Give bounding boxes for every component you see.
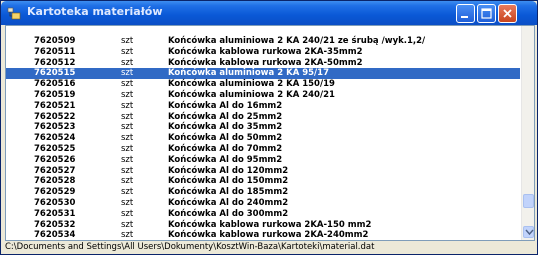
chevron-down-icon xyxy=(525,229,534,236)
cell-name: Końcówka Al do 50mm2 xyxy=(168,133,283,144)
cell-code: 7620528 xyxy=(34,176,76,187)
table-row[interactable]: 7620509 szt Końcówka aluminiowa 2 KA 240/2… xyxy=(6,36,520,47)
cell-code: 7620522 xyxy=(34,111,76,122)
table-row[interactable]: 7620511 szt Końcówka kablowa rurkowa 2KA-3… xyxy=(6,47,520,58)
table-row[interactable]: 7620531 szt Końcówka Al do 300mm2 xyxy=(6,209,520,220)
table-row[interactable]: 7620530 szt Końcówka Al do 240mm2 xyxy=(6,198,520,209)
cell-unit: szt xyxy=(121,100,134,111)
cell-code: 7620516 xyxy=(34,79,76,90)
cell-unit: szt xyxy=(121,133,134,144)
cell-unit: szt xyxy=(121,57,134,68)
cell-name: Końcówka aluminiowa 2 KA 95/17 xyxy=(168,68,329,79)
table-row[interactable]: 7620522 szt Końcówka Al do 25mm2 xyxy=(6,112,520,123)
title-bar[interactable]: Kartoteka materiałów xyxy=(1,1,537,25)
cell-code: 7620509 xyxy=(34,36,76,46)
table-row[interactable]: 7620512 szt Końcówka kablowa rurkowa 2KA-5… xyxy=(6,58,520,69)
cell-unit: szt xyxy=(121,197,134,208)
cell-code: 7620530 xyxy=(34,197,76,208)
cell-name: Końcówka aluminiowa 2 KA 240/21 xyxy=(168,89,335,100)
cell-unit: szt xyxy=(121,187,134,198)
close-icon xyxy=(503,9,512,18)
cell-unit: szt xyxy=(121,143,134,154)
maximize-button[interactable] xyxy=(477,4,496,23)
vertical-scrollbar[interactable] xyxy=(521,26,534,240)
cell-name: Końcówka kablowa rurkowa 2KA-35mm2 xyxy=(168,46,363,57)
cell-name: Końcówka kablowa rurkowa 2KA-50mm2 xyxy=(168,57,363,68)
table-row[interactable]: 7620526 szt Końcówka Al do 95mm2 xyxy=(6,155,520,166)
cell-name: Końcówka Al do 35mm2 xyxy=(168,122,283,133)
cell-code: 7620529 xyxy=(34,187,76,198)
table-row[interactable]: 7620529 szt Końcówka Al do 185mm2 xyxy=(6,187,520,198)
cell-code: 7620525 xyxy=(34,143,76,154)
table-row[interactable]: 7620523 szt Końcówka Al do 35mm2 xyxy=(6,122,520,133)
cell-name: Końcówka Al do 95mm2 xyxy=(168,154,283,165)
cell-name: Końcówka Al do 25mm2 xyxy=(168,111,283,122)
cell-unit: szt xyxy=(121,154,134,165)
folder-tree-icon xyxy=(6,5,22,21)
cell-unit: szt xyxy=(121,46,134,57)
table-row[interactable]: 7620516 szt Końcówka aluminiowa 2 KA 150/1… xyxy=(6,79,520,90)
cell-unit: szt xyxy=(121,89,134,100)
cell-code: 7620523 xyxy=(34,122,76,133)
cell-code: 7620519 xyxy=(34,89,76,100)
cell-name: Końcówka aluminiowa 2 KA 240/21 ze śrubą… xyxy=(168,36,426,46)
scroll-down-button[interactable] xyxy=(523,226,534,238)
scrollbar-thumb[interactable] xyxy=(523,194,534,208)
cell-unit: szt xyxy=(121,219,134,230)
cell-code: 7620512 xyxy=(34,57,76,68)
table-row[interactable]: 7620515 szt Końcówka aluminiowa 2 KA 95/17 xyxy=(6,68,520,80)
cell-unit: szt xyxy=(121,68,134,79)
cell-unit: szt xyxy=(121,165,134,176)
table-row[interactable]: 7620525 szt Końcówka Al do 70mm2 xyxy=(6,144,520,155)
cell-name: Końcówka Al do 240mm2 xyxy=(168,197,289,208)
cell-name: Końcówka Al do 120mm2 xyxy=(168,165,289,176)
window-title: Kartoteka materiałów xyxy=(27,5,163,18)
table-row[interactable]: 7620521 szt Końcówka Al do 16mm2 xyxy=(6,101,520,112)
table-row[interactable]: 7620519 szt Końcówka aluminiowa 2 KA 240/2… xyxy=(6,90,520,101)
cell-name: Końcówka Al do 16mm2 xyxy=(168,100,283,111)
cell-unit: szt xyxy=(121,122,134,133)
status-bar-path: C:\Documents and Settings\All Users\Doku… xyxy=(5,242,375,252)
minimize-icon xyxy=(461,16,468,18)
close-button[interactable] xyxy=(498,4,517,23)
cell-code: 7620527 xyxy=(34,165,76,176)
material-list[interactable]: Kod j.m. Nazwa 7620509 szt Końcówka alumin… xyxy=(5,25,535,241)
cell-name: Końcówka Al do 150mm2 xyxy=(168,176,289,187)
cell-code: 7620515 xyxy=(34,68,76,79)
cell-name: Końcówka kablowa rurkowa 2KA-150 mm2 xyxy=(168,219,372,230)
cell-name: Końcówka Al do 185mm2 xyxy=(168,187,289,198)
list-rows: 7620509 szt Końcówka aluminiowa 2 KA 240/2… xyxy=(6,36,520,241)
table-row[interactable]: 7620524 szt Końcówka Al do 50mm2 xyxy=(6,133,520,144)
cell-name: Końcówka kablowa rurkowa 2KA-240mm2 xyxy=(168,230,369,241)
cell-code: 7620521 xyxy=(34,100,76,111)
cell-name: Końcówka Al do 300mm2 xyxy=(168,208,289,219)
maximize-icon xyxy=(481,8,492,19)
minimize-button[interactable] xyxy=(456,4,475,23)
cell-code: 7620532 xyxy=(34,219,76,230)
cell-name: Końcówka aluminiowa 2 KA 150/19 xyxy=(168,79,335,90)
cell-unit: szt xyxy=(121,176,134,187)
cell-code: 7620511 xyxy=(34,46,76,57)
cell-unit: szt xyxy=(121,208,134,219)
cell-code: 7620524 xyxy=(34,133,76,144)
table-row[interactable]: 7620528 szt Końcówka Al do 150mm2 xyxy=(6,176,520,187)
cell-unit: szt xyxy=(121,111,134,122)
table-row[interactable]: 7620534 szt Końcówka kablowa rurkowa 2KA-2… xyxy=(6,230,520,241)
cell-unit: szt xyxy=(121,230,134,241)
cell-name: Końcówka Al do 70mm2 xyxy=(168,143,283,154)
cell-unit: szt xyxy=(121,79,134,90)
cell-code: 7620531 xyxy=(34,208,76,219)
cell-code: 7620534 xyxy=(34,230,76,241)
table-row[interactable]: 7620527 szt Końcówka Al do 120mm2 xyxy=(6,166,520,177)
table-row[interactable]: 7620532 szt Końcówka kablowa rurkowa 2KA-1… xyxy=(6,220,520,231)
material-catalog-window: Kartoteka materiałów Kod j.m. Nazwa 7620… xyxy=(0,0,538,255)
cell-unit: szt xyxy=(121,36,134,46)
cell-code: 7620526 xyxy=(34,154,76,165)
